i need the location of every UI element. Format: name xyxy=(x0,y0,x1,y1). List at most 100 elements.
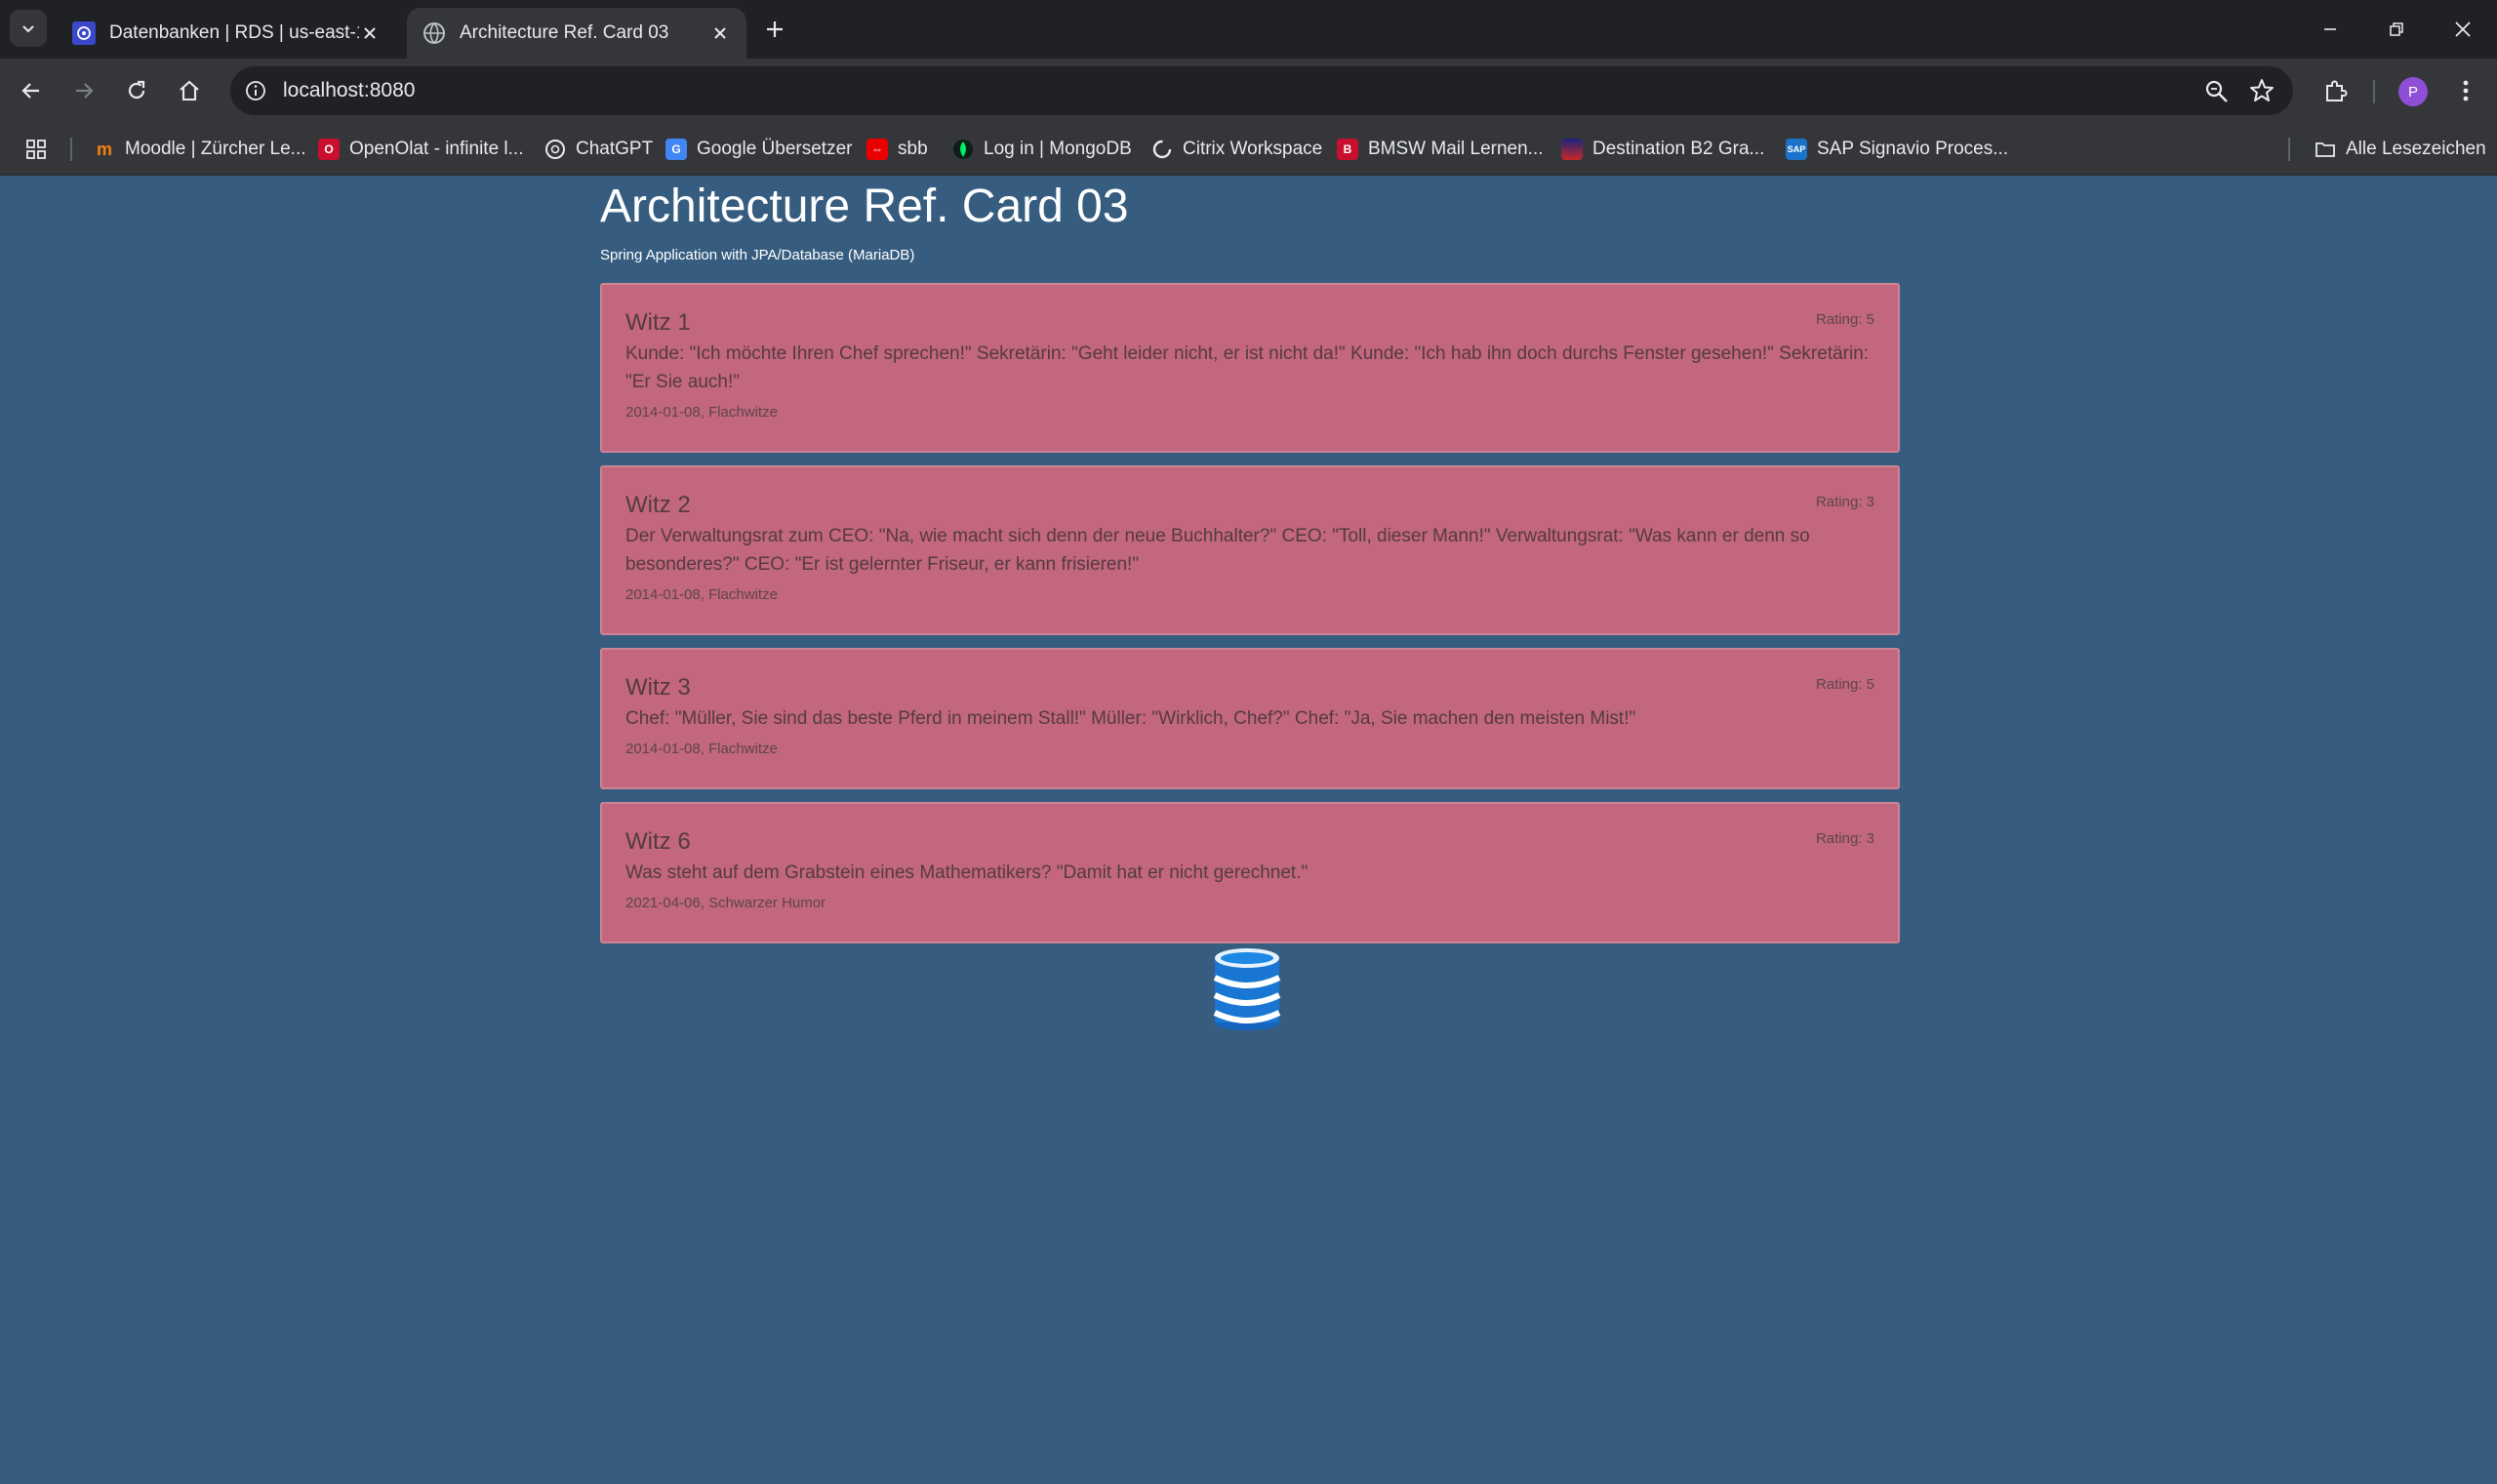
moodle-icon: m xyxy=(96,139,112,159)
sap-icon: SAP xyxy=(1786,139,1807,160)
aws-rds-icon xyxy=(72,21,96,45)
joke-text: Der Verwaltungsrat zum CEO: "Na, wie mac… xyxy=(625,526,1810,575)
browser-menu-button[interactable] xyxy=(2446,71,2485,110)
more-vertical-icon xyxy=(2463,80,2469,101)
joke-rating: Rating: 3 xyxy=(1815,830,1874,847)
arrow-right-icon xyxy=(76,83,94,99)
tab-strip: Datenbanken | RDS | us-east-1 Architectu… xyxy=(0,0,2497,59)
joke-rating: Rating: 5 xyxy=(1815,311,1874,328)
citrix-icon xyxy=(1152,140,1172,159)
tab-rds[interactable]: Datenbanken | RDS | us-east-1 xyxy=(57,8,396,59)
reload-button[interactable] xyxy=(117,71,156,110)
tab-architecture-ref-card[interactable]: Architecture Ref. Card 03 xyxy=(407,8,746,59)
new-tab-button[interactable] xyxy=(761,16,788,43)
bookmark-label: sbb xyxy=(898,139,928,159)
profile-avatar[interactable]: P xyxy=(2398,77,2428,106)
bookmark-mongodb[interactable]: Log in | MongoDB xyxy=(952,136,1132,163)
joke-rating: Rating: 3 xyxy=(1815,494,1874,510)
bookmark-sbb[interactable]: ⇔ sbb xyxy=(866,136,928,163)
destination-b2-icon xyxy=(1561,139,1583,160)
bookmark-label: Moodle | Zürcher Le... xyxy=(125,139,306,159)
close-icon[interactable] xyxy=(709,22,731,44)
page-title: Architecture Ref. Card 03 xyxy=(600,180,1129,232)
bookmark-label: Alle Lesezeichen xyxy=(2346,139,2486,159)
plus-icon xyxy=(767,21,783,37)
bookmark-destination-b2[interactable]: Destination B2 Gra... xyxy=(1561,136,1764,163)
page-subtitle: Spring Application with JPA/Database (Ma… xyxy=(600,247,915,263)
joke-meta: 2014-01-08, Flachwitze xyxy=(625,586,778,603)
bookmark-label: Log in | MongoDB xyxy=(984,139,1132,159)
joke-title: Witz 2 xyxy=(625,492,691,518)
mongodb-leaf-icon xyxy=(953,140,973,159)
home-icon xyxy=(180,80,199,101)
bookmark-star-icon[interactable] xyxy=(2248,77,2275,104)
joke-card: Witz 1 Rating: 5 Kunde: "Ich möchte Ihre… xyxy=(600,283,1900,453)
minimize-icon xyxy=(2324,28,2336,30)
joke-card: Witz 6 Rating: 3 Was steht auf dem Grabs… xyxy=(600,802,1900,943)
joke-rating: Rating: 5 xyxy=(1815,676,1874,693)
close-window-button[interactable] xyxy=(2445,12,2480,47)
bookmark-google-translate[interactable]: G Google Übersetzer xyxy=(665,136,852,163)
globe-icon xyxy=(423,22,445,44)
google-translate-icon: G xyxy=(665,139,687,160)
zoom-icon[interactable] xyxy=(2203,78,2231,105)
chatgpt-icon xyxy=(545,140,565,159)
reload-icon xyxy=(128,80,145,100)
bookmark-label: Google Übersetzer xyxy=(697,139,853,159)
bookmark-chatgpt[interactable]: ChatGPT xyxy=(544,136,653,163)
bookmark-label: ChatGPT xyxy=(576,139,654,159)
bmsw-icon: B xyxy=(1337,139,1358,160)
address-bar[interactable]: localhost:8080 xyxy=(230,66,2293,115)
bookmarks-bar: m Moodle | Zürcher Le... O OpenOlat - in… xyxy=(0,123,2497,176)
bookmark-label: OpenOlat - infinite l... xyxy=(349,139,524,159)
bookmarks-divider xyxy=(70,138,72,161)
all-bookmarks-folder[interactable]: Alle Lesezeichen xyxy=(2315,136,2486,163)
sbb-icon: ⇔ xyxy=(866,139,888,160)
database-icon xyxy=(1213,948,1281,1030)
joke-card: Witz 2 Rating: 3 Der Verwaltungsrat zum … xyxy=(600,465,1900,635)
forward-button[interactable] xyxy=(64,71,103,110)
toolbar-divider xyxy=(2373,80,2375,103)
openolat-icon: O xyxy=(318,139,340,160)
joke-card: Witz 3 Rating: 5 Chef: "Müller, Sie sind… xyxy=(600,648,1900,789)
joke-meta: 2021-04-06, Schwarzer Humor xyxy=(625,895,826,911)
url-text[interactable]: localhost:8080 xyxy=(283,79,415,102)
extensions-button[interactable] xyxy=(2316,71,2356,110)
restore-button[interactable] xyxy=(2379,12,2414,47)
bookmark-moodle[interactable]: m Moodle | Zürcher Le... xyxy=(94,136,306,163)
bookmark-label: Citrix Workspace xyxy=(1183,139,1323,159)
joke-text: Was steht auf dem Grabstein eines Mathem… xyxy=(625,862,1309,883)
joke-title: Witz 1 xyxy=(625,309,691,336)
bookmark-citrix[interactable]: Citrix Workspace xyxy=(1151,136,1322,163)
bookmarks-divider xyxy=(2288,138,2290,161)
apps-button[interactable] xyxy=(25,136,47,163)
joke-title: Witz 3 xyxy=(625,674,691,701)
joke-meta: 2014-01-08, Flachwitze xyxy=(625,741,778,757)
joke-title: Witz 6 xyxy=(625,828,691,855)
joke-text: Chef: "Müller, Sie sind das beste Pferd … xyxy=(625,708,1636,729)
bookmark-bmsw[interactable]: B BMSW Mail Lernen... xyxy=(1337,136,1544,163)
joke-text: Kunde: "Ich möchte Ihren Chef sprechen!"… xyxy=(625,343,1870,392)
bookmark-openolat[interactable]: O OpenOlat - infinite l... xyxy=(318,136,523,163)
joke-meta: 2014-01-08, Flachwitze xyxy=(625,404,778,421)
chevron-down-icon xyxy=(22,25,34,33)
folder-icon xyxy=(2316,142,2335,157)
tab-search-button[interactable] xyxy=(10,10,47,47)
tab-title: Architecture Ref. Card 03 xyxy=(460,22,669,43)
browser-toolbar: localhost:8080 P xyxy=(0,59,2497,123)
close-icon xyxy=(2455,21,2471,37)
back-button[interactable] xyxy=(12,71,51,110)
apps-grid-icon xyxy=(26,140,46,159)
bookmark-sap-signavio[interactable]: SAP SAP Signavio Proces... xyxy=(1786,136,2008,163)
bookmark-label: SAP Signavio Proces... xyxy=(1817,139,2009,159)
close-icon[interactable] xyxy=(359,22,381,44)
restore-icon xyxy=(2390,22,2403,36)
arrow-left-icon xyxy=(21,83,39,99)
minimize-button[interactable] xyxy=(2313,12,2348,47)
puzzle-icon xyxy=(2326,80,2348,101)
home-button[interactable] xyxy=(170,71,209,110)
bookmark-label: Destination B2 Gra... xyxy=(1592,139,1765,159)
site-info-icon[interactable] xyxy=(242,77,269,104)
bookmark-label: BMSW Mail Lernen... xyxy=(1368,139,1544,159)
tab-title: Datenbanken | RDS | us-east-1 xyxy=(109,22,359,43)
